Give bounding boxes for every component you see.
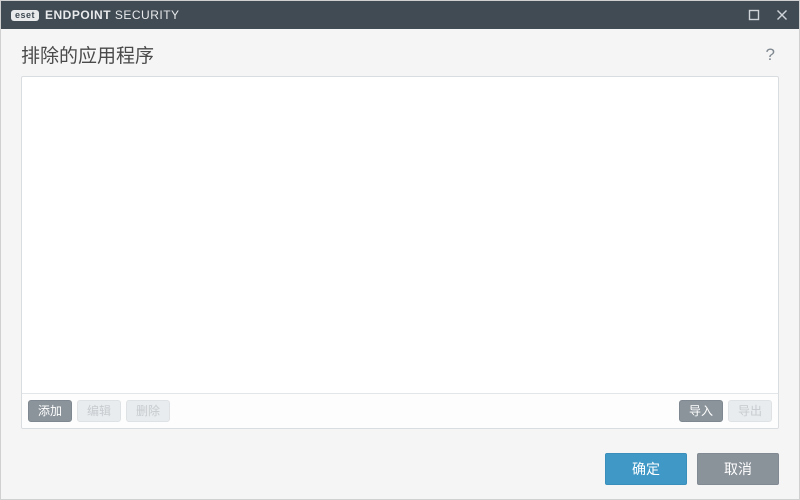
titlebar: eset ENDPOINT SECURITY — [1, 1, 799, 29]
window-controls — [747, 8, 789, 22]
add-button[interactable]: 添加 — [28, 400, 72, 422]
close-icon[interactable] — [775, 8, 789, 22]
excluded-apps-list[interactable] — [22, 77, 778, 393]
app-window: eset ENDPOINT SECURITY 排除的应用程序 ? 添加 编辑 删… — [0, 0, 800, 500]
content: 添加 编辑 删除 导入 导出 — [1, 76, 799, 441]
cancel-button[interactable]: 取消 — [697, 453, 779, 485]
excluded-apps-panel: 添加 编辑 删除 导入 导出 — [21, 76, 779, 429]
brand-badge: eset — [11, 10, 39, 21]
ok-button[interactable]: 确定 — [605, 453, 687, 485]
list-toolbar: 添加 编辑 删除 导入 导出 — [22, 393, 778, 428]
footer: 确定 取消 — [1, 441, 799, 499]
edit-button: 编辑 — [77, 400, 121, 422]
maximize-icon[interactable] — [747, 8, 761, 22]
brand-text: ENDPOINT SECURITY — [45, 8, 180, 22]
delete-button: 删除 — [126, 400, 170, 422]
import-button[interactable]: 导入 — [679, 400, 723, 422]
header: 排除的应用程序 ? — [1, 29, 799, 76]
export-button: 导出 — [728, 400, 772, 422]
help-icon[interactable]: ? — [762, 43, 779, 67]
brand: eset ENDPOINT SECURITY — [11, 8, 180, 22]
page-title: 排除的应用程序 — [21, 41, 762, 68]
